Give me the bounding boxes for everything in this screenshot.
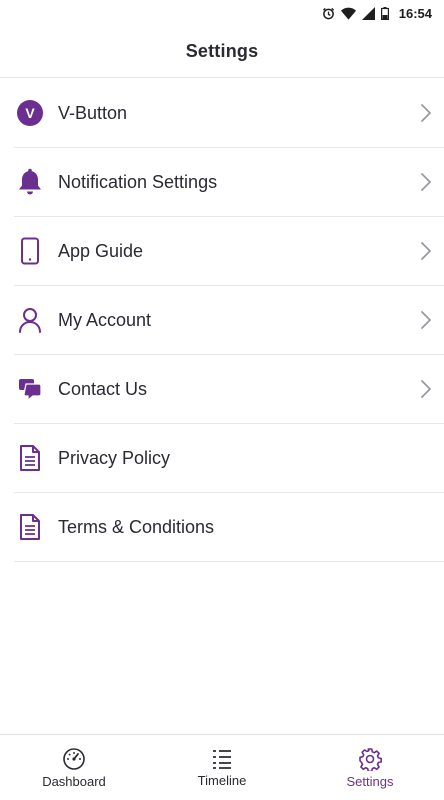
status-time: 16:54 xyxy=(398,5,432,21)
v-button-badge-letter: V xyxy=(25,105,35,121)
chevron-right-icon xyxy=(418,172,434,192)
tab-timeline[interactable]: Timeline xyxy=(148,735,296,800)
tab-settings[interactable]: Settings xyxy=(296,735,444,800)
document-icon xyxy=(15,512,45,542)
menu-item-label: Terms & Conditions xyxy=(58,516,215,537)
v-button-icon: V xyxy=(15,98,45,128)
gear-icon xyxy=(359,747,382,771)
speedometer-icon xyxy=(63,747,85,770)
chevron-right-icon xyxy=(418,103,434,123)
menu-item-label: Notification Settings xyxy=(58,171,218,192)
menu-item-my-account[interactable]: My Account xyxy=(14,286,444,355)
wifi-icon xyxy=(340,7,356,20)
menu-item-contact-us[interactable]: Contact Us xyxy=(14,355,444,424)
menu-item-label: Contact Us xyxy=(58,378,148,399)
menu-item-v-button[interactable]: V V-Button xyxy=(14,79,444,148)
chat-icon xyxy=(15,374,45,404)
menu-item-app-guide[interactable]: App Guide xyxy=(14,217,444,286)
app-header: Settings xyxy=(0,26,444,78)
document-icon xyxy=(15,443,45,473)
chevron-right-icon xyxy=(418,379,434,399)
tab-label: Timeline xyxy=(197,772,247,788)
menu-item-label: My Account xyxy=(58,309,152,330)
phone-icon xyxy=(15,236,45,266)
menu-item-label: Privacy Policy xyxy=(58,447,171,468)
status-bar: 16:54 xyxy=(0,0,444,26)
alarm-icon xyxy=(322,7,334,19)
menu-item-label: App Guide xyxy=(58,240,144,261)
settings-menu: V V-Button Notification Settings App Gui… xyxy=(0,79,444,562)
tab-label: Dashboard xyxy=(42,773,106,789)
chevron-right-icon xyxy=(418,241,434,261)
bottom-tab-bar: Dashboard Timeline Settings xyxy=(0,734,444,800)
menu-item-privacy-policy[interactable]: Privacy Policy xyxy=(14,424,444,493)
bell-icon xyxy=(15,167,45,197)
signal-icon xyxy=(361,6,375,20)
tab-label: Settings xyxy=(346,773,394,789)
menu-item-notification-settings[interactable]: Notification Settings xyxy=(14,148,444,217)
list-icon xyxy=(213,749,231,769)
page-title: Settings xyxy=(185,41,259,61)
tab-dashboard[interactable]: Dashboard xyxy=(0,735,148,800)
menu-item-label: V-Button xyxy=(58,102,128,123)
chevron-right-icon xyxy=(418,310,434,330)
person-icon xyxy=(15,305,45,335)
battery-icon xyxy=(380,6,389,20)
menu-item-terms-conditions[interactable]: Terms & Conditions xyxy=(14,493,444,562)
